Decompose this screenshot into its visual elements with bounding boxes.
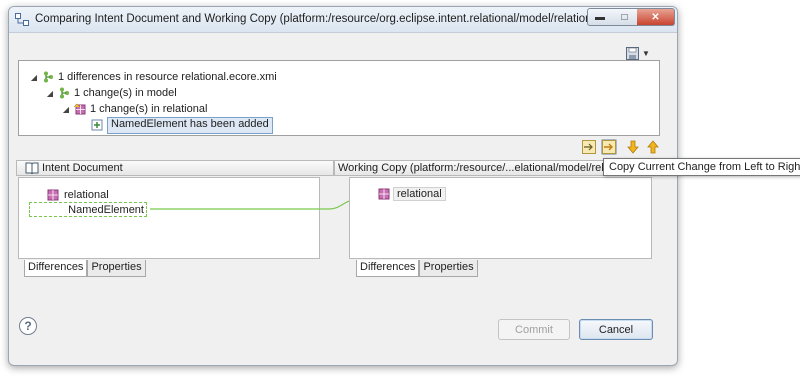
cancel-button[interactable]: Cancel: [579, 319, 653, 340]
copy-current-left-to-right-icon: [602, 140, 616, 154]
minimize-icon: ▬: [595, 11, 605, 23]
left-pane-header: Intent Document: [16, 160, 334, 176]
left-pane-title: Intent Document: [42, 162, 123, 174]
commit-button[interactable]: Commit: [498, 319, 570, 340]
copy-all-left-to-right-icon: [582, 140, 596, 154]
maximize-button[interactable]: □: [612, 8, 638, 26]
close-icon: ✕: [651, 11, 660, 23]
item-label: relational: [393, 186, 446, 201]
package-diff-icon: [74, 103, 86, 115]
tab-properties[interactable]: Properties: [419, 260, 478, 277]
left-pane-tabs: Differences Properties: [24, 260, 146, 277]
package-icon: [47, 189, 59, 200]
model-diff-icon: [60, 87, 69, 99]
left-item-named-element[interactable]: NamedElement: [29, 202, 147, 217]
tree-row-label: NamedElement has been added: [107, 116, 273, 134]
help-button[interactable]: ?: [19, 317, 37, 335]
tree-row-model[interactable]: ◢ 1 change(s) in model: [45, 85, 177, 101]
tab-differences[interactable]: Differences: [356, 260, 420, 277]
maximize-icon: □: [621, 11, 628, 23]
save-menu[interactable]: ▼: [626, 45, 656, 61]
right-item-relational[interactable]: relational: [378, 186, 446, 201]
package-icon: [378, 188, 390, 199]
window-title: Comparing Intent Document and Working Co…: [35, 13, 637, 25]
next-change-arrow-down-icon: [627, 140, 639, 154]
right-model-pane[interactable]: relational: [349, 177, 652, 259]
tab-properties[interactable]: Properties: [87, 260, 146, 277]
previous-change-arrow-up-icon: [647, 140, 659, 154]
change-connector-line: [150, 199, 360, 210]
tree-row-added-element[interactable]: NamedElement has been added: [91, 116, 273, 134]
title-bar[interactable]: Comparing Intent Document and Working Co…: [9, 7, 677, 33]
copy-current-left-to-right-button[interactable]: [601, 139, 617, 155]
tab-differences[interactable]: Differences: [24, 260, 88, 277]
tree-row-label: 1 change(s) in relational: [90, 103, 208, 115]
differences-tree[interactable]: ◢ 1 differences in resource relational.e…: [18, 60, 660, 136]
help-icon: ?: [24, 319, 32, 333]
close-button[interactable]: ✕: [637, 8, 675, 26]
left-item-relational[interactable]: relational: [47, 187, 109, 202]
tree-row-resource[interactable]: ◢ 1 differences in resource relational.e…: [29, 69, 277, 85]
previous-change-button[interactable]: [645, 139, 661, 155]
tree-row-package[interactable]: ◢ 1 change(s) in relational: [61, 101, 207, 117]
save-icon: [626, 46, 639, 60]
expand-toggle-icon[interactable]: ◢: [45, 89, 55, 98]
item-label: relational: [64, 188, 109, 201]
minimize-button[interactable]: ▬: [587, 8, 613, 26]
tree-row-label: 1 change(s) in model: [74, 87, 177, 99]
copy-all-left-to-right-button[interactable]: [581, 139, 597, 155]
compare-app-icon: [15, 13, 29, 26]
item-label: NamedElement: [68, 203, 144, 216]
chevron-down-icon: ▼: [642, 48, 650, 58]
resource-diff-icon: [44, 71, 53, 83]
left-model-pane[interactable]: relational NamedElement: [18, 177, 320, 259]
next-change-button[interactable]: [625, 139, 641, 155]
added-element-highlight: NamedElement: [29, 202, 147, 217]
expand-toggle-icon[interactable]: ◢: [29, 73, 39, 82]
expand-toggle-icon[interactable]: ◢: [61, 105, 71, 114]
book-icon: [25, 162, 39, 174]
tooltip: Copy Current Change from Left to Right: [603, 158, 800, 176]
tree-row-label: 1 differences in resource relational.eco…: [58, 71, 277, 83]
right-pane-tabs: Differences Properties: [356, 260, 478, 277]
added-element-icon: [91, 119, 103, 131]
